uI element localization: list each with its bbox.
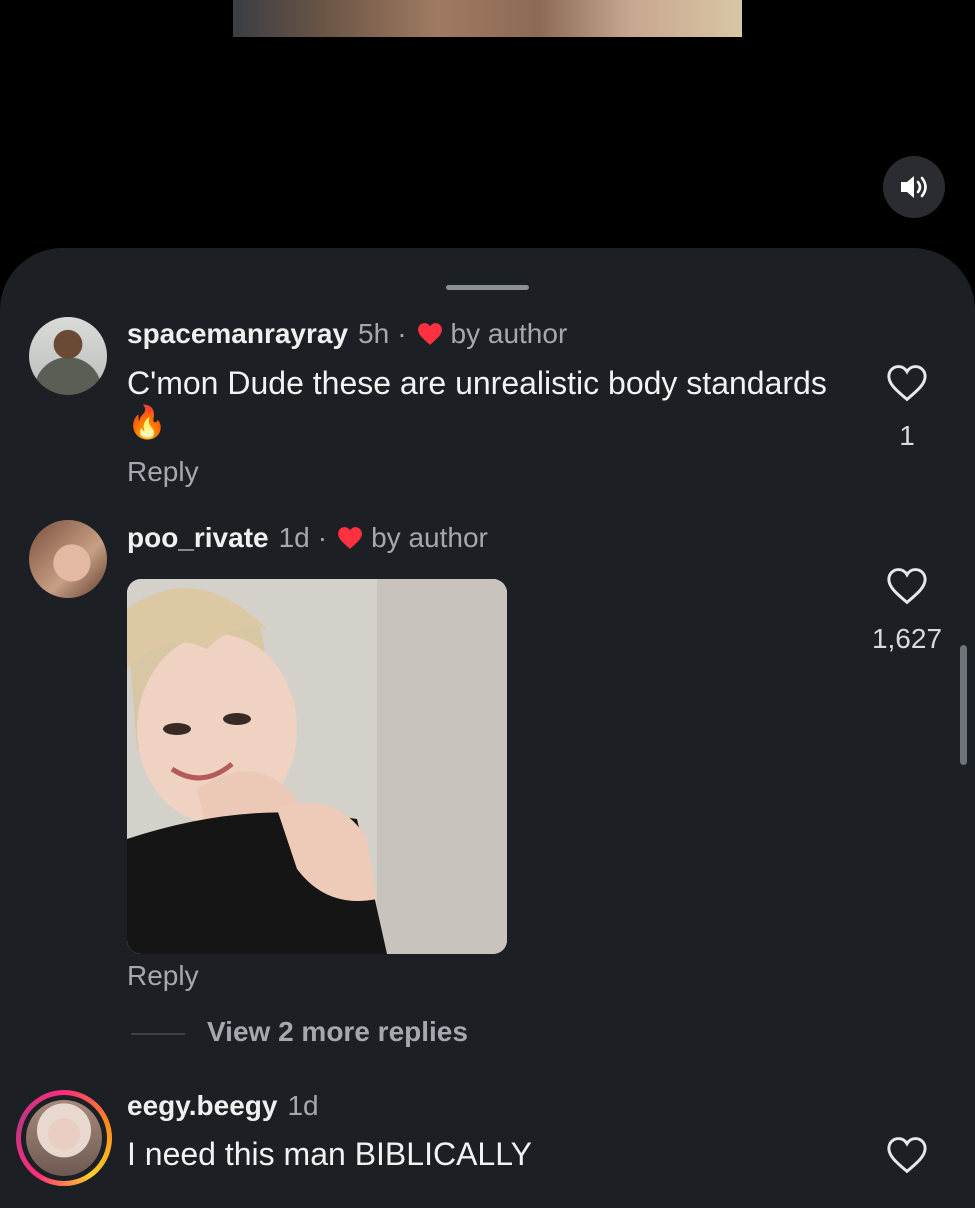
video-preview[interactable] [233, 0, 742, 37]
liked-by-author-label: by author [450, 318, 568, 349]
username[interactable]: poo_rivate [127, 522, 269, 554]
scrollbar[interactable] [960, 645, 967, 765]
replies-divider [131, 1033, 185, 1035]
photo-illustration [127, 579, 507, 954]
comment-text: C'mon Dude these are unrealistic body st… [127, 364, 827, 442]
separator: · [397, 318, 407, 349]
comment-image[interactable] [127, 579, 507, 954]
like-count: 1,627 [871, 623, 943, 654]
heart-filled-icon [417, 323, 442, 345]
avatar[interactable] [29, 520, 107, 598]
comment-time: 5h [358, 318, 390, 349]
heart-outline-icon[interactable] [886, 567, 928, 605]
fire-emoji: 🔥 [127, 404, 167, 440]
comment-time: 1d [278, 522, 310, 553]
comment-body: C'mon Dude these are unrealistic body st… [127, 365, 827, 401]
avatar[interactable] [26, 1100, 102, 1176]
username[interactable]: eegy.beegy [127, 1090, 277, 1122]
story-ring[interactable] [16, 1090, 112, 1186]
separator: · [317, 522, 328, 553]
heart-filled-icon [338, 527, 363, 549]
comment-header: eegy.beegy 1d [127, 1090, 319, 1122]
sound-toggle-button[interactable] [883, 156, 945, 218]
view-more-replies-button[interactable]: View 2 more replies [207, 1016, 468, 1048]
comment-header: poo_rivate 1d · by author [127, 522, 488, 554]
comment-body: I need this man BIBLICALLY [127, 1136, 532, 1172]
comment-header: spacemanrayray 5h · by author [127, 318, 567, 350]
sheet-drag-handle[interactable] [446, 285, 529, 290]
heart-outline-icon[interactable] [886, 1136, 928, 1174]
like-count: 1 [899, 420, 915, 451]
sound-on-icon [901, 176, 927, 198]
avatar[interactable] [29, 317, 107, 395]
liked-by-author-label: by author [371, 522, 488, 553]
heart-outline-icon[interactable] [886, 364, 928, 402]
comment-time: 1d [287, 1090, 319, 1121]
reply-button[interactable]: Reply [127, 960, 199, 992]
username[interactable]: spacemanrayray [127, 318, 348, 350]
reply-button[interactable]: Reply [127, 456, 199, 488]
